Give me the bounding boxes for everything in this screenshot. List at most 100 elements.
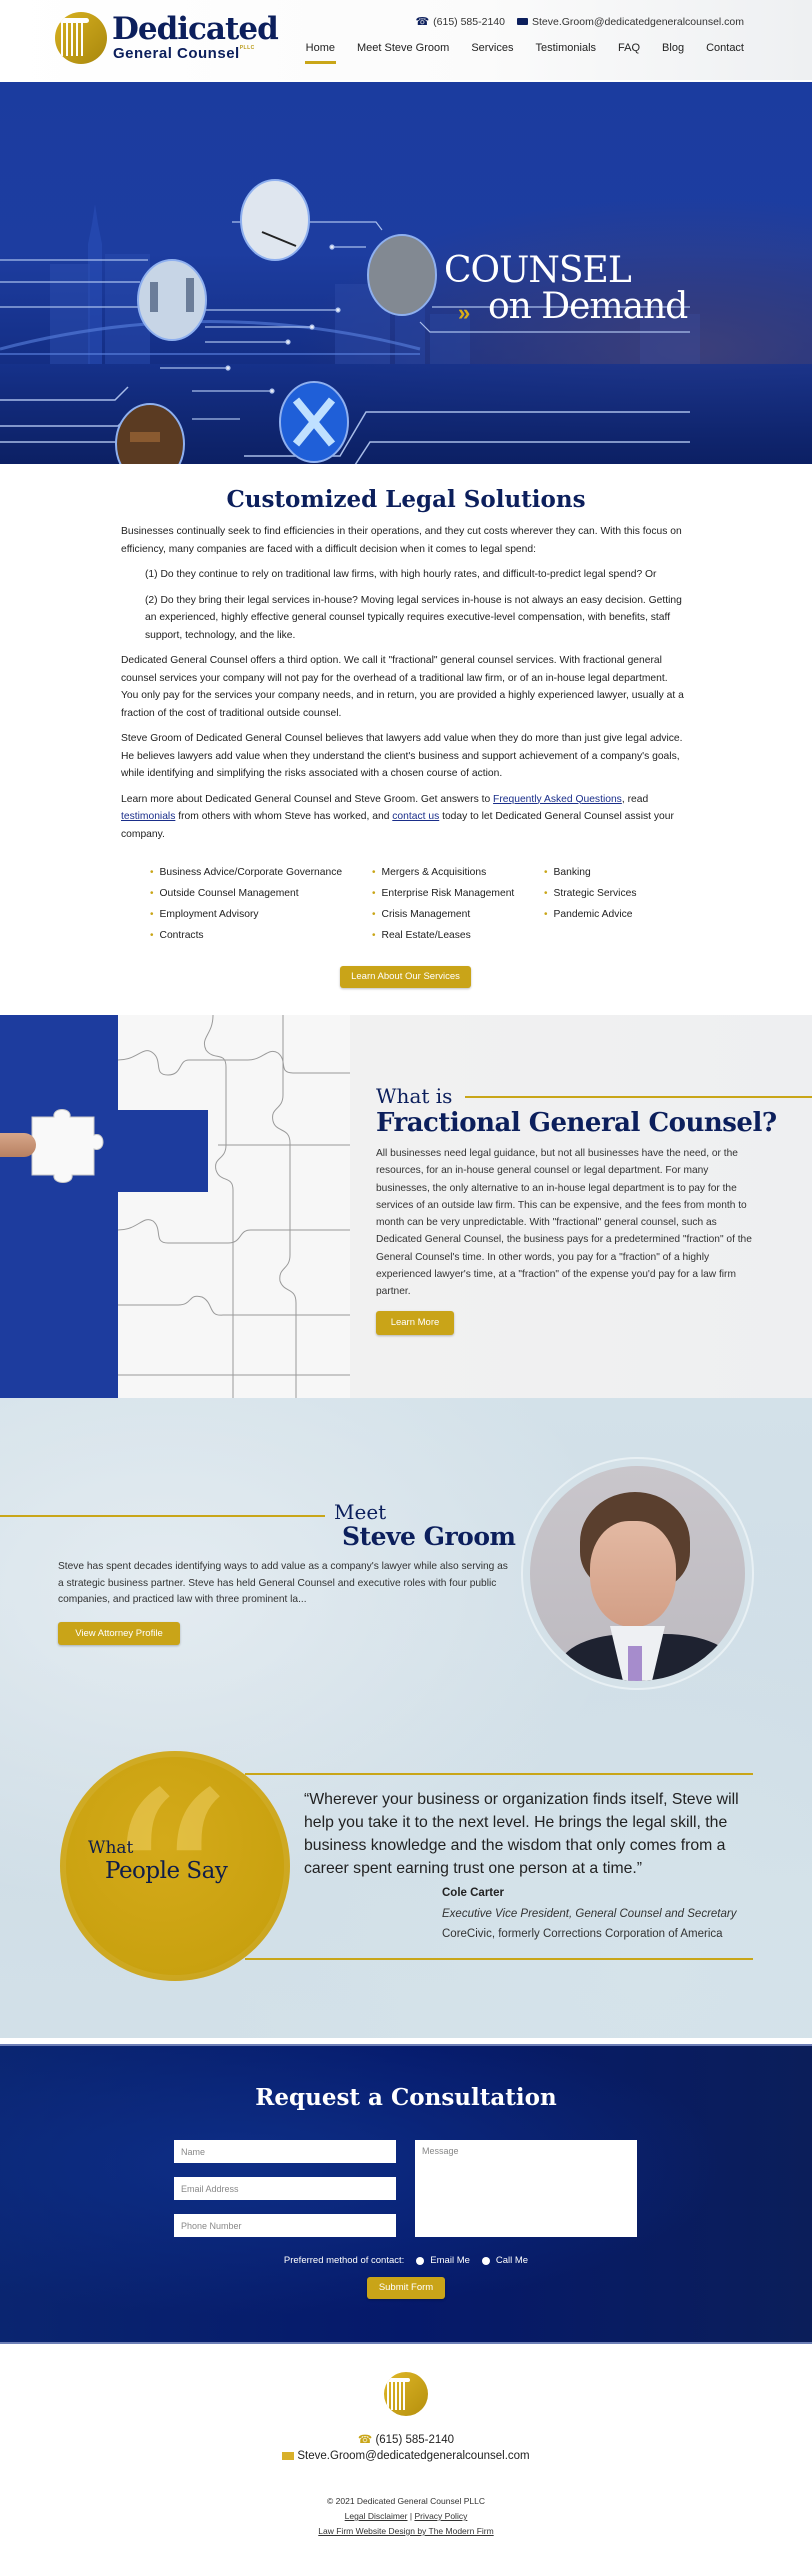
phone-input[interactable] xyxy=(174,2214,396,2237)
third-option-paragraph: Dedicated General Counsel offers a third… xyxy=(121,655,684,719)
service-label: Mergers & Acquisitions xyxy=(381,866,487,878)
fractional-body: All businesses need legal guidance, but … xyxy=(376,1148,752,1298)
contact-us-link[interactable]: contact us xyxy=(392,811,439,822)
service-item: • Crisis Management xyxy=(372,906,544,922)
section-title: Customized Legal Solutions xyxy=(226,486,586,513)
nav-meet-steve-groom[interactable]: Meet Steve Groom xyxy=(357,42,449,64)
solutions-body: Businesses continually seek to find effi… xyxy=(121,523,686,851)
bullet-icon: • xyxy=(372,908,376,920)
service-label: Enterprise Risk Management xyxy=(381,887,515,899)
service-label: Pandemic Advice xyxy=(553,908,633,920)
phone-icon: ☎ xyxy=(415,16,430,28)
header-phone: (615) 585-2140 xyxy=(433,15,505,28)
fractional-general-counsel-section: What is Fractional General Counsel? All … xyxy=(0,1015,812,1398)
service-item: • Banking xyxy=(544,864,664,880)
learn-about-services-button[interactable]: Learn About Our Services xyxy=(340,966,471,988)
privacy-policy-link[interactable]: Privacy Policy xyxy=(414,2511,467,2521)
mail-icon xyxy=(282,2451,295,2460)
option-1-paragraph: (1) Do they continue to rely on traditio… xyxy=(145,569,657,580)
services-list: • Business Advice/Corporate Governance • M… xyxy=(150,864,670,943)
bullet-icon: • xyxy=(150,887,154,899)
request-consultation-section: Request a Consultation Preferred method … xyxy=(0,2044,812,2344)
service-label: Strategic Services xyxy=(553,887,637,899)
service-label: Outside Counsel Management xyxy=(159,887,299,899)
text: from others with whom Steve has worked, … xyxy=(175,811,393,822)
bullet-icon: • xyxy=(150,908,154,920)
hero-title-counsel: COUNSEL xyxy=(444,250,632,291)
site-footer: ☎ (615) 585-2140 Steve.Groom@dedicatedge… xyxy=(0,2344,812,2560)
learn-more-button[interactable]: Learn More xyxy=(376,1311,454,1335)
puzzle-missing-slot xyxy=(118,1110,208,1192)
testimonials-link[interactable]: testimonials xyxy=(121,811,175,822)
legal-disclaimer-link[interactable]: Legal Disclaimer xyxy=(345,2511,408,2521)
service-label: Banking xyxy=(553,866,591,878)
intro-paragraph: Businesses continually seek to find effi… xyxy=(121,526,682,555)
service-label: Employment Advisory xyxy=(159,908,259,920)
site-header: Dedicated General CounselPLLC ☎ (615) 585… xyxy=(0,0,812,80)
footer-phone-link[interactable]: ☎ (615) 585-2140 xyxy=(0,2432,812,2446)
nav-testimonials[interactable]: Testimonials xyxy=(536,42,597,64)
consultation-title: Request a Consultation xyxy=(255,2084,557,2111)
header-phone-link[interactable]: ☎ (615) 585-2140 xyxy=(415,15,505,29)
service-label: Contracts xyxy=(159,929,204,941)
hero-banner: COUNSEL » on Demand xyxy=(0,82,812,464)
email-me-label[interactable]: Email Me xyxy=(430,2255,470,2266)
bullet-icon: • xyxy=(372,929,376,941)
service-label: Crisis Management xyxy=(381,908,471,920)
service-label: Real Estate/Leases xyxy=(381,929,471,941)
nav-blog[interactable]: Blog xyxy=(662,42,684,64)
testimonial-role: Executive Vice President, General Counse… xyxy=(442,1908,737,1920)
design-credit-link[interactable]: Law Firm Website Design by The Modern Fi… xyxy=(318,2526,493,2536)
logo-title: Dedicated xyxy=(112,11,279,47)
gold-divider-bottom xyxy=(245,1958,753,1960)
copyright: © 2021 Dedicated General Counsel PLLC xyxy=(327,2496,485,2506)
nav-contact[interactable]: Contact xyxy=(706,42,744,64)
circuit-graphic xyxy=(0,179,690,464)
nav-home[interactable]: Home xyxy=(304,42,337,64)
nav-faq[interactable]: FAQ xyxy=(618,42,640,64)
message-textarea[interactable] xyxy=(415,2140,637,2237)
hero-title-on-demand: on Demand xyxy=(488,286,688,327)
gold-divider xyxy=(465,1096,812,1098)
puzzle-piece-image xyxy=(31,1109,104,1183)
call-me-radio[interactable] xyxy=(481,2256,490,2265)
service-item: • Outside Counsel Management xyxy=(150,885,372,901)
nav-services[interactable]: Services xyxy=(471,42,513,64)
logo-suffix: PLLC xyxy=(239,45,255,51)
bullet-icon: • xyxy=(544,866,548,878)
mail-icon xyxy=(516,18,528,25)
name-input[interactable] xyxy=(174,2140,396,2163)
hero-photo-circles xyxy=(115,179,437,464)
footer-email-link[interactable]: Steve.Groom@dedicatedgeneralcounsel.com xyxy=(0,2450,812,2462)
gold-divider-top xyxy=(245,1773,753,1775)
email-me-radio[interactable] xyxy=(416,2256,425,2265)
view-attorney-profile-button[interactable]: View Attorney Profile xyxy=(58,1622,180,1645)
double-chevron-icon: » xyxy=(458,300,471,325)
fractional-heading: Fractional General Counsel? xyxy=(376,1108,777,1138)
puzzle-image xyxy=(118,1015,350,1398)
steve-groom-paragraph: Steve Groom of Dedicated General Counsel… xyxy=(121,733,683,779)
service-item: • Employment Advisory xyxy=(150,906,372,922)
email-input[interactable] xyxy=(174,2177,396,2200)
service-item: • Strategic Services xyxy=(544,885,664,901)
phone-icon: ☎ xyxy=(357,2434,373,2446)
testimonial-organization: CoreCivic, formerly Corrections Corporat… xyxy=(442,1928,723,1940)
call-me-label[interactable]: Call Me xyxy=(496,2255,528,2266)
service-item: • Real Estate/Leases xyxy=(372,927,544,943)
meet-body: Steve has spent decades identifying ways… xyxy=(58,1561,508,1605)
header-contact: ☎ (615) 585-2140 Steve.Groom@dedicatedgen… xyxy=(415,15,744,29)
puzzle-image-blue-bg xyxy=(0,1015,118,1398)
customized-legal-solutions-section: Customized Legal Solutions Businesses co… xyxy=(0,464,812,1012)
service-label: Business Advice/Corporate Governance xyxy=(159,866,343,878)
steve-groom-photo xyxy=(530,1466,745,1681)
header-email-link[interactable]: Steve.Groom@dedicatedgeneralcounsel.com xyxy=(516,16,744,28)
footer-phone: (615) 585-2140 xyxy=(375,2434,455,2446)
service-item: • Contracts xyxy=(150,927,372,943)
faq-link[interactable]: Frequently Asked Questions xyxy=(493,794,622,805)
bullet-icon: • xyxy=(150,866,154,878)
footer-pillar-logo-icon[interactable] xyxy=(384,2372,428,2416)
submit-form-button[interactable]: Submit Form xyxy=(367,2277,445,2299)
logo[interactable]: Dedicated General CounselPLLC xyxy=(55,12,285,64)
service-item: • Mergers & Acquisitions xyxy=(372,864,544,880)
service-item: • Pandemic Advice xyxy=(544,906,664,922)
